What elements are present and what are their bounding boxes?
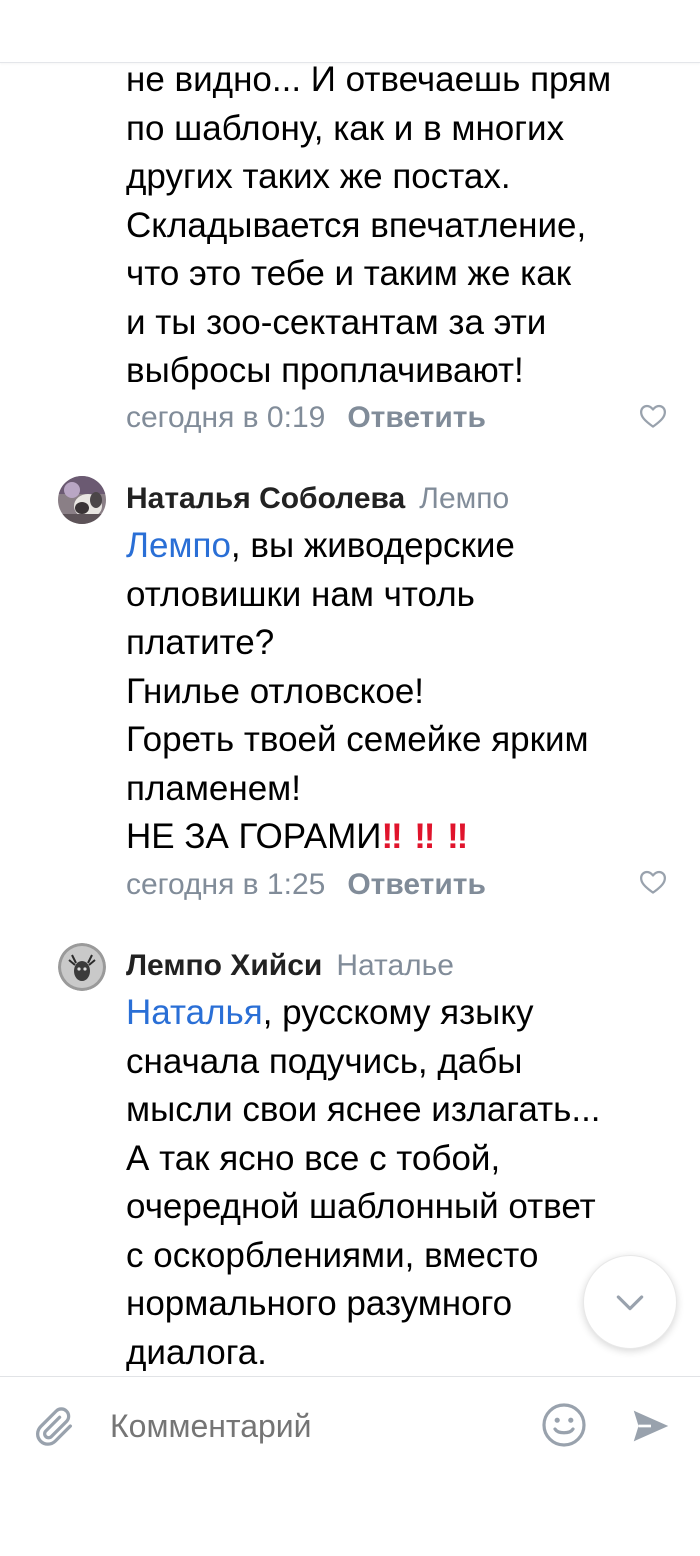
comment-meta: сегодня в 1:25 Ответить bbox=[126, 865, 486, 905]
reply-button[interactable]: Ответить bbox=[347, 401, 486, 434]
chevron-down-icon bbox=[616, 1295, 644, 1311]
reply-to-name[interactable]: Лемпо bbox=[419, 482, 509, 515]
comment-text-line: и ты зоо-сектантам за эти bbox=[126, 302, 547, 342]
top-bar bbox=[0, 0, 700, 63]
comment-text-line: НЕ ЗА ГОРАМИ‼ ‼ ‼ bbox=[126, 813, 686, 862]
comment-composer bbox=[0, 1376, 700, 1477]
avatar[interactable] bbox=[58, 476, 106, 524]
comment-time: сегодня в 0:19 bbox=[126, 401, 326, 434]
avatar[interactable] bbox=[58, 943, 106, 991]
comment-text-line: других таких же постах. bbox=[126, 157, 511, 196]
comment-text-line: Гнилье отловское! bbox=[126, 671, 425, 711]
comment-text-line: выбросы проплачивают! bbox=[126, 351, 524, 390]
author-name[interactable]: Наталья Соболева bbox=[126, 482, 405, 515]
comment-text-line: не видно... И отвечаешь прям bbox=[126, 60, 612, 99]
comment-text-line: Гореть твоей семейке ярким bbox=[126, 720, 589, 759]
comment-text-line: платите? bbox=[126, 623, 275, 662]
reply-button[interactable]: Ответить bbox=[347, 868, 486, 901]
comment-input[interactable] bbox=[110, 1401, 510, 1451]
heart-icon[interactable] bbox=[638, 401, 668, 431]
comment-text-line: сначала подучись, дабы bbox=[126, 1041, 523, 1081]
comment-text-line: А так ясно все с тобой, bbox=[126, 1138, 501, 1178]
reply-to-name[interactable]: Наталье bbox=[336, 949, 454, 982]
comment-text-fragment: , русскому языку bbox=[262, 993, 534, 1032]
mention-link[interactable]: Наталья bbox=[126, 993, 263, 1032]
author-name[interactable]: Лемпо Хийси bbox=[126, 949, 322, 982]
comment-text-line: очередной шаблонный ответ bbox=[126, 1187, 596, 1226]
comment-text-fragment: , вы живодерские bbox=[230, 526, 515, 565]
send-icon[interactable] bbox=[628, 1403, 674, 1449]
heart-icon[interactable] bbox=[638, 867, 668, 897]
scroll-down-button[interactable] bbox=[583, 1255, 677, 1349]
comment-text-line: пламенем! bbox=[126, 768, 301, 808]
comment-text-line: Наталья, русскому языку bbox=[126, 989, 686, 1038]
smile-icon[interactable] bbox=[540, 1401, 588, 1449]
mention-link[interactable]: Лемпо bbox=[126, 526, 231, 565]
comment-text-line: по шаблону, как и в многих bbox=[126, 108, 565, 148]
comment-header: Лемпо Хийси Наталье bbox=[126, 946, 454, 986]
comment-text: Лемпо, вы живодерские отловишки нам чтол… bbox=[126, 522, 686, 862]
comment-text-line: что это тебе и таким же как bbox=[126, 254, 572, 293]
comment-text-line: мысли свои яснее излагать... bbox=[126, 1090, 601, 1129]
comment-text-fragment: НЕ ЗА ГОРАМИ bbox=[126, 817, 382, 856]
comment-header: Наталья Соболева Лемпо bbox=[126, 479, 509, 519]
double-exclamation-emoji: ‼ ‼ ‼ bbox=[381, 817, 470, 856]
paperclip-icon[interactable] bbox=[32, 1403, 78, 1451]
comment-meta: сегодня в 0:19 Ответить bbox=[126, 398, 486, 438]
comment-text-line: Лемпо, вы живодерские bbox=[126, 522, 686, 571]
comment-text: не видно... И отвечаешь прям по шаблону,… bbox=[126, 56, 686, 396]
comment-text-line: Складывается впечатление, bbox=[126, 205, 587, 245]
comment-text-line: отловишки нам чтоль bbox=[126, 574, 475, 614]
comment-time: сегодня в 1:25 bbox=[126, 868, 326, 901]
